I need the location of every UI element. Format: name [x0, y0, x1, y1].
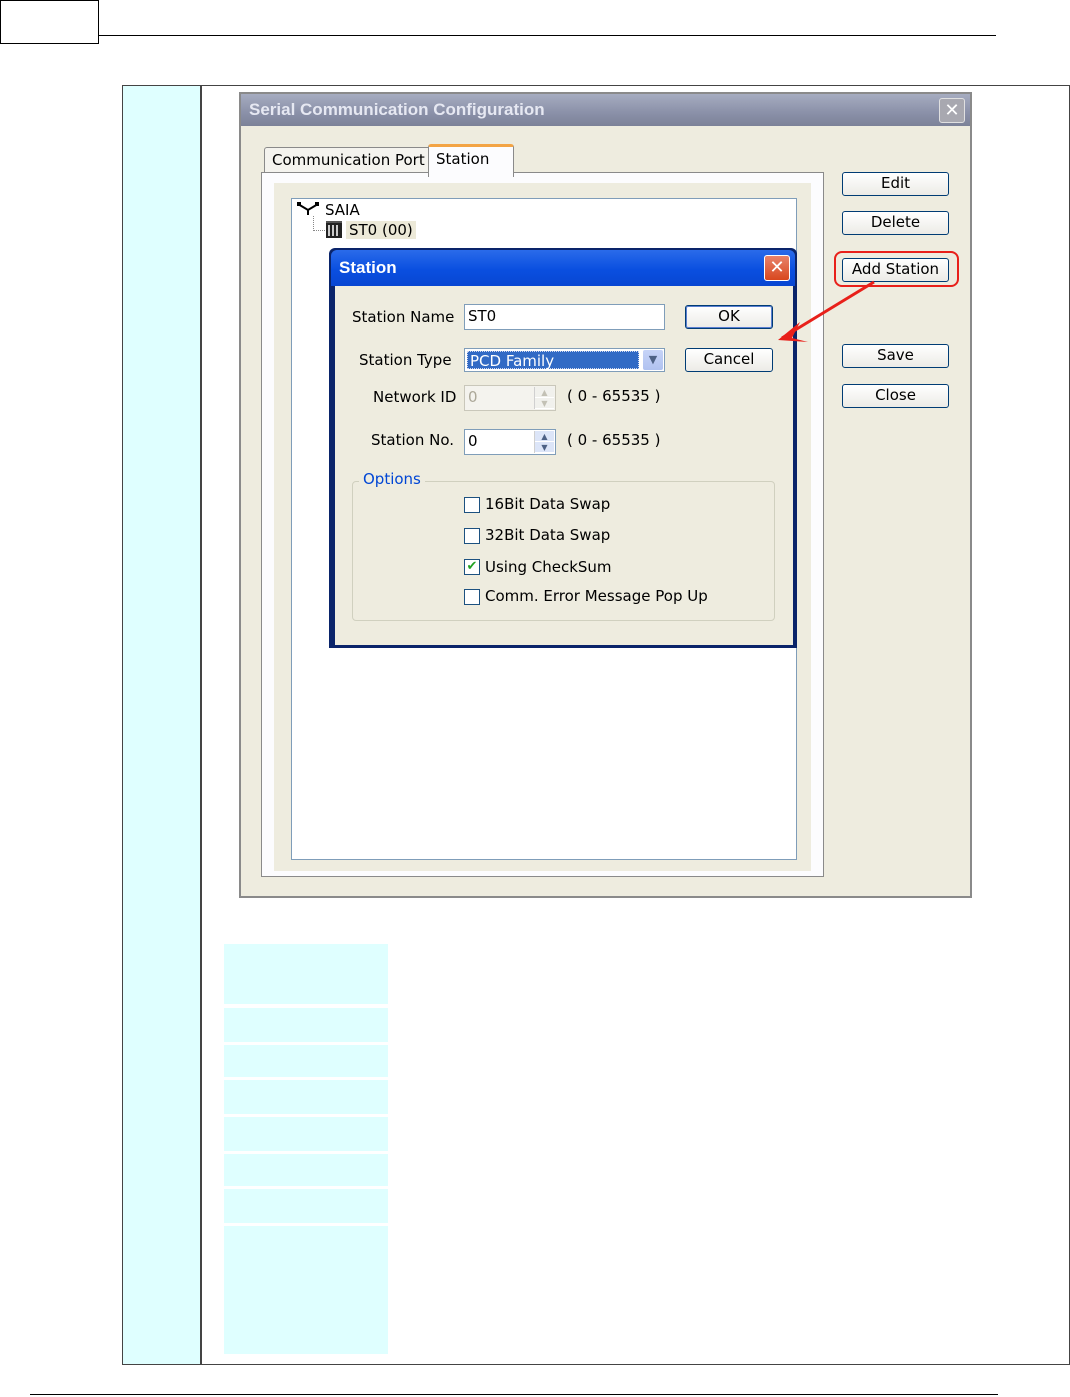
chevron-down-icon[interactable]: ▼	[643, 350, 663, 370]
tab-communication-port[interactable]: Communication Port	[264, 147, 443, 174]
checkbox-16bit-swap[interactable]	[464, 497, 480, 513]
window-close-button[interactable]: ✕	[939, 98, 965, 123]
network-id-value: 0	[468, 388, 478, 406]
table-cell	[224, 944, 388, 1004]
ok-button[interactable]: OK	[685, 305, 773, 329]
station-no-spinner[interactable]: ▲ ▼	[534, 431, 554, 453]
station-no-input[interactable]: 0 ▲ ▼	[464, 429, 556, 455]
station-type-label: Station Type	[359, 351, 452, 369]
table-cell	[224, 1080, 388, 1114]
delete-button[interactable]: Delete	[842, 211, 949, 235]
table-cell	[224, 1226, 388, 1354]
station-type-value: PCD Family	[467, 351, 639, 370]
station-type-select[interactable]: PCD Family ▼	[464, 348, 665, 372]
tab-station[interactable]: Station	[428, 144, 514, 177]
option-label: 32Bit Data Swap	[485, 526, 611, 544]
table-cell	[224, 1189, 388, 1223]
network-id-range: ( 0 - 65535 )	[567, 387, 661, 405]
table-cell	[224, 1008, 388, 1042]
station-name-input[interactable]: ST0	[464, 304, 665, 330]
check-icon: ✔	[466, 559, 478, 574]
spin-down-icon[interactable]: ▼	[535, 442, 554, 453]
spin-down-icon[interactable]: ▼	[535, 398, 554, 409]
checkbox-checksum[interactable]: ✔	[464, 559, 480, 575]
footer-rule	[30, 1394, 998, 1395]
dialog-title: Station	[339, 258, 397, 277]
option-label: Comm. Error Message Pop Up	[485, 587, 708, 605]
station-name-label: Station Name	[352, 308, 455, 326]
plc-station-icon	[326, 221, 342, 239]
table-cell	[224, 1117, 388, 1151]
network-id-label: Network ID	[373, 388, 457, 406]
station-no-label: Station No.	[371, 431, 454, 449]
page-corner-box	[0, 0, 99, 44]
spin-up-icon[interactable]: ▲	[535, 387, 554, 398]
window-title: Serial Communication Configuration	[249, 100, 545, 119]
tree-item-station[interactable]: ST0 (00)	[346, 221, 416, 239]
dialog-titlebar[interactable]	[331, 250, 795, 286]
network-id-spinner[interactable]: ▲ ▼	[534, 387, 554, 409]
side-column	[123, 86, 202, 1364]
arrow-annotation-icon	[778, 280, 875, 342]
checkbox-error-popup[interactable]	[464, 589, 480, 605]
options-legend: Options	[359, 470, 425, 488]
option-label: 16Bit Data Swap	[485, 495, 611, 513]
option-label: Using CheckSum	[485, 558, 612, 576]
edit-button[interactable]: Edit	[842, 172, 949, 196]
header-rule	[99, 35, 996, 36]
tree-connector	[313, 216, 325, 231]
close-button[interactable]: Close	[842, 384, 949, 408]
network-id-input[interactable]: 0 ▲ ▼	[464, 385, 556, 411]
cancel-button[interactable]: Cancel	[685, 348, 773, 372]
table-cell	[224, 1045, 388, 1077]
station-no-value: 0	[468, 432, 478, 450]
checkbox-32bit-swap[interactable]	[464, 528, 480, 544]
tree-item-saia[interactable]: SAIA	[325, 201, 360, 219]
table-cell	[224, 1154, 388, 1186]
station-no-range: ( 0 - 65535 )	[567, 431, 661, 449]
spin-up-icon[interactable]: ▲	[535, 431, 554, 442]
